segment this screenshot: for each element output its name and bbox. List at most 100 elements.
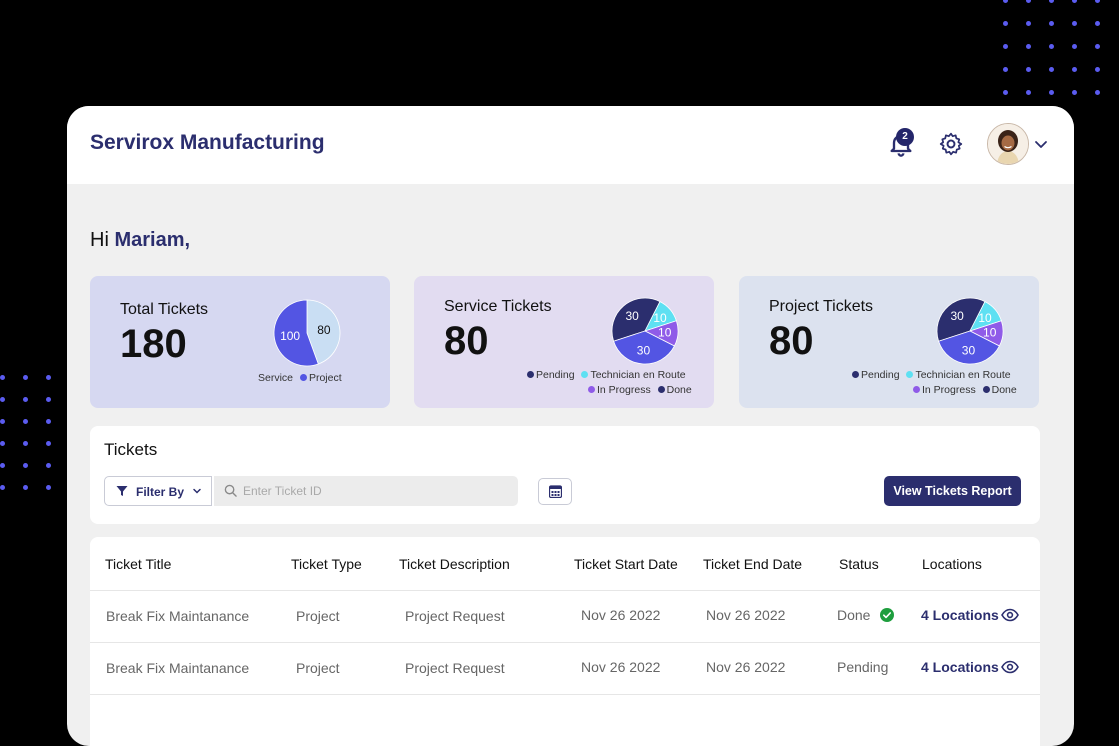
decorative-dot [23,375,28,380]
decorative-dot [23,419,28,424]
row-divider [90,694,1040,695]
column-header-description[interactable]: Ticket Description [399,556,510,572]
project-tickets-pie: 30 1010 30 [936,297,1004,365]
decorative-dot [0,485,5,490]
decorative-dot [1095,90,1100,95]
funnel-icon [116,486,128,496]
pie-data-label: 30 [950,309,964,323]
decorative-dot [46,463,51,468]
pie-data-label: 100 [280,329,300,343]
legend-en-route-label: Technician en Route [915,369,1011,381]
service-tickets-card[interactable]: Service Tickets 80 30 10 10 30 Pending Tech… [414,276,714,408]
view-tickets-report-button[interactable]: View Tickets Report [884,476,1021,506]
column-header-end-date[interactable]: Ticket End Date [703,556,802,572]
decorative-dot [23,463,28,468]
decorative-dot [1049,44,1054,49]
decorative-dot [1003,21,1008,26]
cell-type: Project [296,660,340,676]
user-avatar[interactable] [987,123,1029,165]
legend-done-label: Done [991,384,1017,396]
cell-start-date: Nov 26 2022 [581,607,661,623]
pie-legend-row-2: In Progress Done [584,384,692,396]
card-title: Service Tickets [444,298,552,315]
decorative-dots-left [0,375,74,490]
cell-locations-link[interactable]: 4 Locations [921,659,999,675]
greeting-prefix: Hi [90,229,109,251]
pie-data-label: 10 [653,311,667,325]
decorative-dot [1026,44,1031,49]
decorative-dot [1049,21,1054,26]
cell-locations-link[interactable]: 4 Locations [921,607,999,623]
legend-in-progress-label: In Progress [597,384,651,396]
decorative-dot [1095,0,1100,3]
decorative-dot [1072,67,1077,72]
pie-legend: Service Project [258,372,342,384]
legend-en-route-label: Technician en Route [590,369,686,381]
decorative-dot [1072,44,1077,49]
cell-end-date: Nov 26 2022 [706,607,786,623]
decorative-dot [1072,0,1077,3]
eye-icon[interactable] [1001,608,1019,622]
eye-icon[interactable] [1001,660,1019,674]
top-bar: Servirox Manufacturing 2 [67,106,1074,184]
decorative-dot [46,397,51,402]
filter-by-dropdown[interactable]: Filter By [104,476,212,506]
column-header-locations[interactable]: Locations [922,556,982,572]
cell-status: Pending [837,659,889,675]
decorative-dot [1072,90,1077,95]
legend-done-label: Done [666,384,692,396]
legend-pending-label: Pending [536,369,575,381]
legend-swatch [527,371,534,378]
pie-data-label: 30 [962,344,976,358]
decorative-dot [1049,67,1054,72]
avatar-portrait [988,124,1028,164]
card-title: Project Tickets [769,298,874,315]
decorative-dot [1003,90,1008,95]
tickets-title: Tickets [104,440,158,459]
decorative-dot [1003,67,1008,72]
legend-service-label: Service [258,372,294,384]
decorative-dot [46,419,51,424]
total-tickets-card[interactable]: Total Tickets 180 80 100 Service Project [90,276,390,408]
cell-status: Done [837,607,871,623]
decorative-dot [1026,0,1031,3]
card-value: 180 [120,322,187,366]
cell-description: Project Request [405,608,505,624]
calendar-button[interactable] [538,478,572,505]
ticket-id-search-input[interactable] [214,476,518,506]
decorative-dot [23,485,28,490]
chevron-down-icon[interactable] [1034,137,1048,151]
greeting-name: Mariam, [114,229,191,251]
decorative-dot [1049,0,1054,3]
decorative-dot [0,397,5,402]
column-header-status[interactable]: Status [839,556,879,572]
legend-swatch [588,386,595,393]
column-header-type[interactable]: Ticket Type [291,556,362,572]
gear-icon[interactable] [938,131,964,157]
project-tickets-card[interactable]: Project Tickets 80 30 10 10 30 Pending Tech… [739,276,1039,408]
cell-title: Break Fix Maintanance [106,660,250,676]
pie-legend: Pending Technician en Route [848,369,1011,381]
decorative-dot [46,375,51,380]
legend-swatch [982,386,990,393]
decorative-dot [23,441,28,446]
legend-in-progress-label: In Progress [922,384,976,396]
decorative-dot [1072,21,1077,26]
decorative-dot [46,485,51,490]
cell-description: Project Request [405,660,505,676]
pie-data-label: 10 [978,311,992,325]
decorative-dot [1026,90,1031,95]
legend-swatch [906,371,914,378]
cell-title: Break Fix Maintanance [106,608,250,624]
pie-data-label: 10 [983,326,997,340]
row-divider [90,642,1040,643]
column-header-start-date[interactable]: Ticket Start Date [574,556,678,572]
search-icon [224,484,237,497]
decorative-dot [1049,90,1054,95]
legend-pending-label: Pending [861,369,900,381]
chevron-down-icon [193,488,201,494]
decorative-dot [0,441,5,446]
legend-project-label: Project [308,372,342,384]
pie-data-label: 30 [625,309,639,323]
column-header-title[interactable]: Ticket Title [105,556,171,572]
